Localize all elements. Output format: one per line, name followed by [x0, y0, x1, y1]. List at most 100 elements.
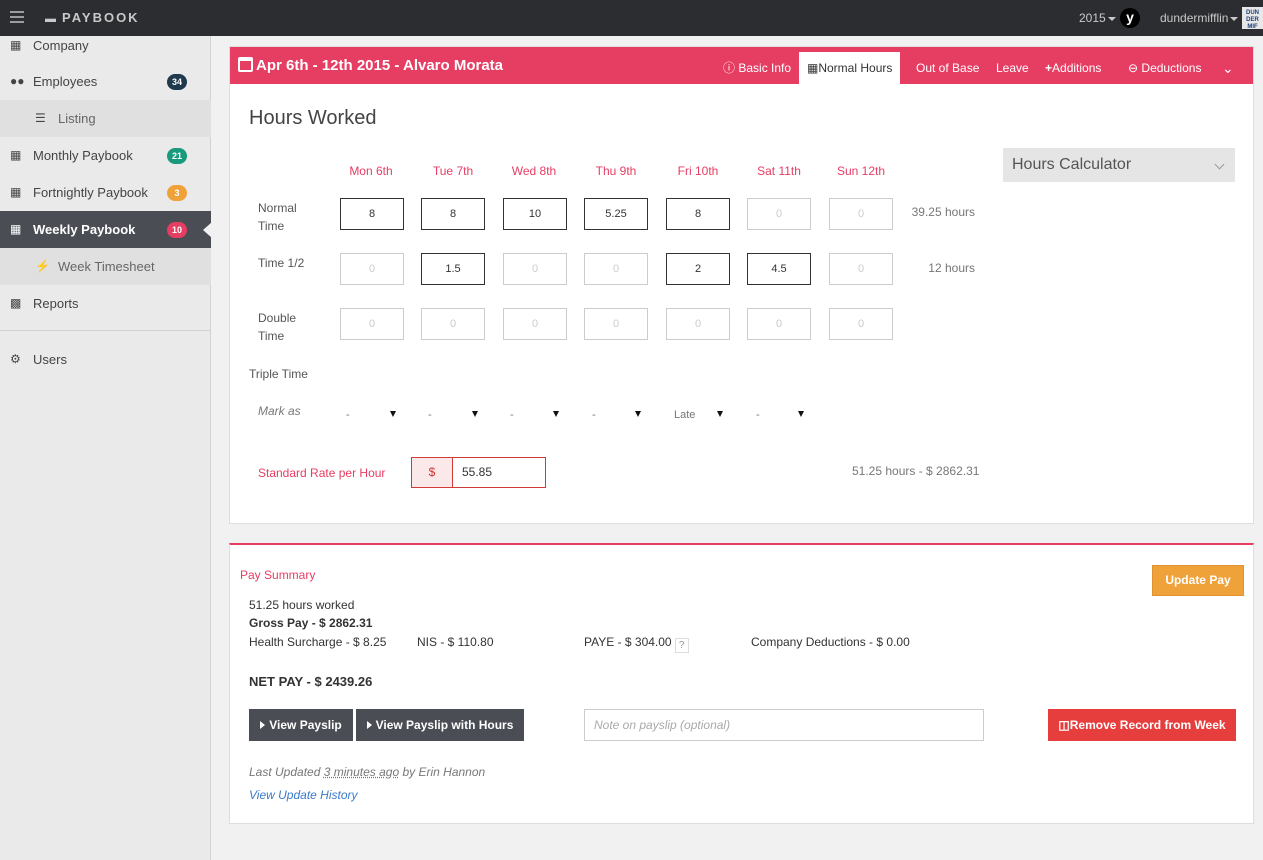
hours-input[interactable]: 0	[666, 308, 730, 340]
tab-out-of-base[interactable]: Out of Base	[908, 52, 987, 84]
page-title-text: Apr 6th - 12th 2015 - Alvaro Morata	[256, 57, 504, 74]
hours-input[interactable]: 2	[666, 253, 730, 285]
chevron-down-icon[interactable]: ⌄	[1214, 52, 1242, 84]
mark-select-value[interactable]: Late	[674, 409, 695, 421]
yahoo-icon[interactable]: y	[1120, 8, 1140, 28]
count-badge: 10	[167, 222, 188, 238]
users-icon: ●●	[10, 74, 25, 88]
company-logo: DUN DER MIF	[1242, 7, 1263, 30]
view-payslip-hours-button[interactable]: View Payslip with Hours	[356, 709, 524, 741]
year-dropdown[interactable]: 2015	[1079, 11, 1116, 25]
hours-input[interactable]: 0	[829, 308, 893, 340]
brand-logo[interactable]: ▬ PAYBOOK	[45, 10, 140, 25]
calendar-icon: ▦	[10, 222, 22, 236]
row-total: 39.25 hours	[911, 205, 975, 219]
rate-total: 51.25 hours - $ 2862.31	[852, 464, 980, 478]
gear-icon: ⚙	[10, 352, 21, 366]
sidebar-item-label: Monthly Paybook	[33, 148, 133, 163]
hours-calculator-toggle[interactable]: Hours Calculator	[1003, 148, 1235, 182]
sidebar-divider	[0, 330, 211, 331]
hours-input[interactable]: 0	[584, 308, 648, 340]
sidebar-item-monthly-paybook[interactable]: ▦ Monthly Paybook 21	[0, 137, 211, 174]
tab-leave[interactable]: Leave	[988, 52, 1037, 84]
sidebar-item-users[interactable]: ⚙ Users	[0, 341, 211, 378]
calendar-icon: ▦	[10, 185, 22, 199]
sidebar-item-reports[interactable]: ▩ Reports	[0, 285, 211, 322]
calendar-icon: ▦	[807, 61, 819, 75]
rate-label: Standard Rate per Hour	[258, 466, 386, 480]
hours-input[interactable]: 0	[829, 198, 893, 230]
sidebar-item-label: Listing	[58, 111, 96, 126]
hours-input[interactable]: 0	[829, 253, 893, 285]
paye-value: PAYE - $ 304.00	[584, 635, 672, 649]
user-dropdown[interactable]: dundermifflin	[1160, 11, 1239, 25]
day-header: Wed 8th	[511, 164, 557, 178]
mark-select-value[interactable]: -	[346, 409, 350, 421]
hours-input[interactable]: 0	[340, 308, 404, 340]
hours-input[interactable]: 8	[666, 198, 730, 230]
hours-input[interactable]: 4.5	[747, 253, 811, 285]
sidebar-item-company[interactable]: ▦ Company	[0, 27, 211, 64]
hamburger-menu-icon[interactable]	[10, 11, 24, 25]
view-payslip-button[interactable]: View Payslip	[249, 709, 353, 741]
rate-input[interactable]: 55.85	[452, 457, 546, 488]
help-icon[interactable]: ?	[674, 638, 689, 653]
hours-input[interactable]: 0	[747, 198, 811, 230]
hours-input[interactable]: 8	[421, 198, 485, 230]
hours-input[interactable]: 0	[747, 308, 811, 340]
row-label-triple-time: Triple Time	[249, 367, 308, 381]
hours-input[interactable]: 0	[340, 253, 404, 285]
update-pay-button[interactable]: Update Pay	[1152, 565, 1244, 596]
row-label-normal-time: Normal Time	[258, 201, 297, 233]
caret-down-icon[interactable]	[717, 411, 723, 417]
hours-input[interactable]: 0	[503, 253, 567, 285]
caret-down-icon[interactable]	[553, 411, 559, 417]
mark-select-value[interactable]: -	[428, 409, 432, 421]
list-icon: ☰	[35, 111, 46, 125]
pay-summary-title: Pay Summary	[240, 568, 316, 582]
caret-down-icon	[1107, 16, 1116, 21]
tab-additions[interactable]: +Additions	[1037, 52, 1109, 84]
pay-summary-panel: Pay Summary Update Pay 51.25 hours worke…	[229, 543, 1254, 824]
view-update-history-link[interactable]: View Update History	[249, 788, 358, 802]
hours-input[interactable]: 5.25	[584, 198, 648, 230]
payslip-note-input[interactable]: Note on payslip (optional)	[584, 709, 984, 741]
panel-header: Apr 6th - 12th 2015 - Alvaro Morata ⓘ Ba…	[230, 47, 1253, 84]
nis-text: NIS - $ 110.80	[417, 635, 494, 649]
caret-down-icon[interactable]	[635, 411, 641, 417]
sidebar-item-week-timesheet[interactable]: ⚡ Week Timesheet	[0, 248, 211, 285]
caret-down-icon[interactable]	[798, 411, 804, 417]
sidebar-item-label: Users	[33, 352, 67, 367]
sidebar-item-fortnightly-paybook[interactable]: ▦ Fortnightly Paybook 3	[0, 174, 211, 211]
hours-input[interactable]: 1.5	[421, 253, 485, 285]
hours-input[interactable]: 10	[503, 198, 567, 230]
sidebar-item-employees[interactable]: ●● Employees 34	[0, 63, 211, 100]
net-pay-text: NET PAY - $ 2439.26	[249, 674, 373, 689]
trash-icon: ◫	[1058, 718, 1070, 732]
hours-input[interactable]: 0	[584, 253, 648, 285]
day-header: Mon 6th	[349, 164, 393, 178]
mark-select-value[interactable]: -	[592, 409, 596, 421]
building-icon: ▦	[10, 38, 22, 52]
hours-input[interactable]: 0	[421, 308, 485, 340]
tab-normal-hours[interactable]: ▦Normal Hours	[799, 52, 901, 84]
tab-label: Additions	[1052, 61, 1102, 75]
mark-select-value[interactable]: -	[510, 409, 514, 421]
caret-down-icon[interactable]	[472, 411, 478, 417]
mark-select-value[interactable]: -	[756, 409, 760, 421]
tab-deductions[interactable]: ⊖ Deductions	[1120, 52, 1209, 84]
row-total: 12 hours	[928, 261, 975, 275]
remove-record-button[interactable]: ◫Remove Record from Week	[1048, 709, 1236, 741]
tab-basic-info[interactable]: ⓘ Basic Info	[715, 52, 799, 84]
hours-input[interactable]: 0	[503, 308, 567, 340]
last-updated-prefix: Last Updated	[249, 765, 321, 779]
sidebar-item-listing[interactable]: ☰ Listing	[0, 100, 211, 137]
sidebar-item-label: Fortnightly Paybook	[33, 185, 148, 200]
sidebar-item-weekly-paybook[interactable]: ▦ Weekly Paybook 10	[0, 211, 212, 248]
bolt-icon: ⚡	[35, 259, 50, 273]
sidebar: ▦ Company ●● Employees 34 ☰ Listing ▦ Mo…	[0, 36, 212, 860]
caret-down-icon[interactable]	[390, 411, 396, 417]
caret-right-icon	[366, 721, 372, 729]
row-label-double-time: Double Time	[258, 311, 297, 343]
hours-input[interactable]: 8	[340, 198, 404, 230]
